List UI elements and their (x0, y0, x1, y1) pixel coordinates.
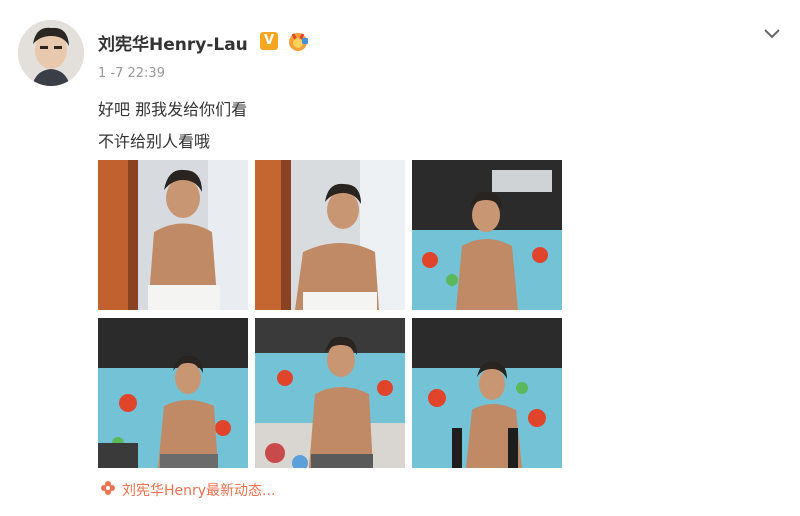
verified-v-icon: V (260, 32, 278, 50)
flower-icon (100, 480, 116, 496)
weibo-post: 刘宪华Henry-Lau V 1 -7 22:39 好吧 那我发给你们看 不许给… (0, 0, 800, 516)
post-timestamp[interactable]: 1 -7 22:39 (98, 66, 165, 81)
photo-2[interactable] (255, 160, 405, 310)
post-text-line-2: 不许给别人看哦 (98, 132, 211, 151)
medal-icon[interactable] (286, 30, 310, 52)
photo-6[interactable] (412, 318, 562, 468)
author-name[interactable]: 刘宪华Henry-Lau (98, 30, 248, 55)
photo-3[interactable] (412, 160, 562, 310)
source-link[interactable]: 刘宪华Henry最新动态... (122, 480, 275, 500)
photo-1[interactable] (98, 160, 248, 310)
photo-grid (98, 160, 562, 468)
avatar[interactable] (18, 20, 84, 86)
photo-4[interactable] (98, 318, 248, 468)
chevron-down-icon[interactable] (760, 24, 784, 44)
post-text-line-1: 好吧 那我发给你们看 (98, 100, 248, 119)
photo-5[interactable] (255, 318, 405, 468)
